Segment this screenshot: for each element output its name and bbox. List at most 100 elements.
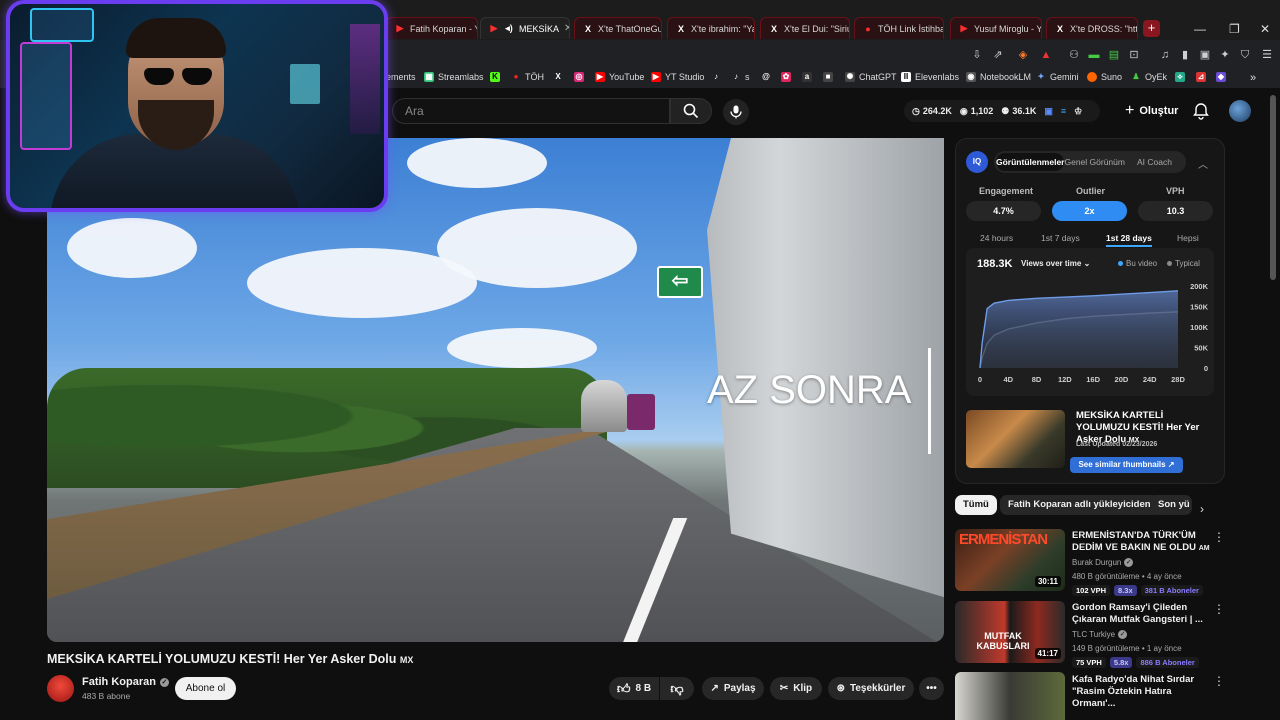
bookmark[interactable]: ● TÖH [511,72,544,82]
range-option[interactable]: 24 hours [980,233,1013,243]
filter-icon[interactable]: ≡ [1061,106,1066,116]
recommendation-channel[interactable]: Burak Durgun ✓ [1072,558,1134,567]
bookmark[interactable]: ⟡ [1175,72,1185,82]
vpn-icon[interactable]: ⛉ [1238,48,1252,62]
bookmark[interactable]: ▶ YouTube [595,72,644,82]
channel-name[interactable]: Fatih Koparan ✓ [82,676,169,688]
more-vertical-icon[interactable]: ⋮ [1213,674,1225,688]
range-option[interactable]: Hepsi [1177,233,1199,243]
sidebar-icon[interactable]: ▮ [1178,48,1192,62]
clip-button[interactable]: ✂ Klip [770,677,822,700]
bookmark[interactable]: a [802,72,812,82]
more-vertical-icon[interactable]: ⋮ [1213,602,1225,616]
chip-uploader[interactable]: Fatih Koparan adlı yükleyiciden [1000,495,1159,515]
bookmark[interactable]: ♪ s [731,72,750,82]
verified-icon: ✓ [1118,630,1128,639]
user-avatar[interactable] [1229,100,1251,122]
subscribe-button[interactable]: Abone ol [175,677,236,700]
bookmark[interactable]: ✿ [781,72,791,82]
recommendation-title[interactable]: Gordon Ramsay'i Çileden Çıkaran Mutfak G… [1072,602,1212,626]
share-icon[interactable]: ⇗ [991,48,1005,62]
video-player[interactable]: ⇦ AZ SONRA [47,138,944,642]
voice-search-button[interactable] [723,99,749,125]
page-scrollbar[interactable] [1270,95,1276,280]
range-option-active[interactable]: 1st 28 days [1106,233,1152,247]
bookmark[interactable]: ▶ YT Studio [651,72,704,82]
bookmark[interactable]: X [553,72,563,82]
notifications-bell-icon[interactable] [1192,102,1210,120]
bookmark[interactable]: ⊿ [1196,72,1206,82]
range-option[interactable]: 1st 7 days [1041,233,1080,243]
thumbnail-card-date: Last Updated 02/23/2026 [1076,441,1158,448]
chevron-right-icon[interactable]: › [1200,502,1204,516]
recommendation-thumbnail[interactable] [955,672,1065,720]
brave-rewards-icon[interactable]: ▲ [1039,48,1053,62]
bookmark[interactable]: ◎ [574,72,584,82]
share-button[interactable]: ↗ Paylaş [702,677,764,700]
y-tick-label: 50K [1194,344,1208,353]
chart-metric-dropdown[interactable]: Views over time ⌄ [1021,259,1090,268]
tab-views[interactable]: Görüntülenmeler [996,153,1065,171]
wallet-icon[interactable]: ▣ [1198,48,1212,62]
browser-tab[interactable]: ▶ Fatih Koparan - Y [386,17,478,39]
tab-ai-coach[interactable]: AI Coach [1125,153,1184,171]
thanks-button[interactable]: ⊛ Teşekkürler [828,677,914,700]
browser-tab-active[interactable]: ▶◂)MEKSİKA✕ [480,17,570,39]
new-tab-button[interactable]: + [1143,20,1160,37]
minimize-icon[interactable]: — [1194,22,1206,36]
recommendation-thumbnail[interactable]: ERMENİSTAN 30:11 [955,529,1065,591]
more-bookmarks-icon[interactable]: » [1250,72,1256,84]
bookmark[interactable]: @ [761,72,771,82]
browser-tab[interactable]: ● TÖH Link İstihbar [854,17,944,39]
close-tab-icon[interactable]: ✕ [564,23,569,34]
bookmark[interactable]: II Elevenlabs [901,72,959,82]
close-window-icon[interactable]: ✕ [1260,22,1270,36]
create-button[interactable]: + Oluştur [1115,99,1188,123]
bookmark[interactable]: ements [386,72,416,82]
thumbnail-preview[interactable] [966,410,1065,468]
bookmark[interactable]: ◆ [1216,72,1226,82]
music-icon[interactable]: ♫ [1158,48,1172,62]
menu-icon[interactable]: ☰ [1260,48,1274,62]
search-input[interactable]: Ara [392,98,670,124]
extension-icon[interactable]: ⊡ [1127,48,1141,62]
recommendation-title[interactable]: Kafa Radyo'da Nihat Sırdar "Rasim Özteki… [1072,674,1212,710]
browser-tab[interactable]: X X'te ThatOneGuy [574,17,662,39]
bookmark[interactable]: ✺ ChatGPT [845,72,897,82]
chevron-up-icon[interactable]: ︿ [1198,156,1208,171]
see-similar-thumbnails-button[interactable]: See similar thumbnails ↗ [1070,457,1183,473]
more-vertical-icon[interactable]: ⋮ [1213,530,1225,544]
leo-ai-icon[interactable]: ✦ [1218,48,1232,62]
recommendation-channel[interactable]: TLC Turkiye ✓ [1072,630,1128,639]
browser-tab[interactable]: X X'te ibrahim: "Ya [667,17,755,39]
browser-tab[interactable]: X X'te El Dui: "Sirius [760,17,850,39]
bookmark[interactable]: K [490,72,500,82]
brave-shield-icon[interactable]: ◈ [1016,48,1030,62]
extension-icon[interactable]: ▬ [1087,48,1101,62]
bookmark[interactable]: ▦ Streamlabs [424,72,484,82]
bookmark[interactable]: ♟ OyEk [1131,72,1167,82]
iq-icon[interactable]: ▣ [1044,106,1053,117]
bookmark[interactable]: ■ [823,72,833,82]
more-actions-button[interactable]: ••• [919,677,944,700]
extension-icon[interactable]: ⚇ [1067,48,1081,62]
dislike-button[interactable]: 👎︎ [660,677,694,700]
search-button[interactable] [670,98,712,124]
tab-overview[interactable]: Genel Görünüm [1064,153,1124,171]
browser-tab[interactable]: ▶ Yusuf Miroglu - Y [950,17,1042,39]
browser-tab[interactable]: X X'te DROSS: "http: [1046,17,1138,39]
like-button[interactable]: 👍︎ 8 B [609,677,659,700]
maximize-icon[interactable]: ❐ [1229,22,1240,36]
extension-icon[interactable]: ▤ [1107,48,1121,62]
chip-all[interactable]: Tümü [955,495,997,515]
trophy-icon[interactable]: ♔ [1074,106,1082,117]
channel-avatar[interactable] [47,675,74,702]
recommendation-title[interactable]: ERMENİSTAN'DA TÜRK'ÜM DEDİM VE BAKIN NE … [1072,530,1212,555]
recommendation-thumbnail[interactable]: MUTFAK KABUSLARI 41:17 [955,601,1065,663]
bookmark[interactable]: ✦ Gemini [1036,72,1079,82]
install-icon[interactable]: ⇩ [970,48,984,62]
bookmark[interactable]: ♪ [711,72,721,82]
bookmark[interactable]: ◉ NotebookLM [966,72,1031,82]
chip-recent[interactable]: Son yü [1150,495,1192,515]
bookmark[interactable]: Suno [1087,72,1122,82]
